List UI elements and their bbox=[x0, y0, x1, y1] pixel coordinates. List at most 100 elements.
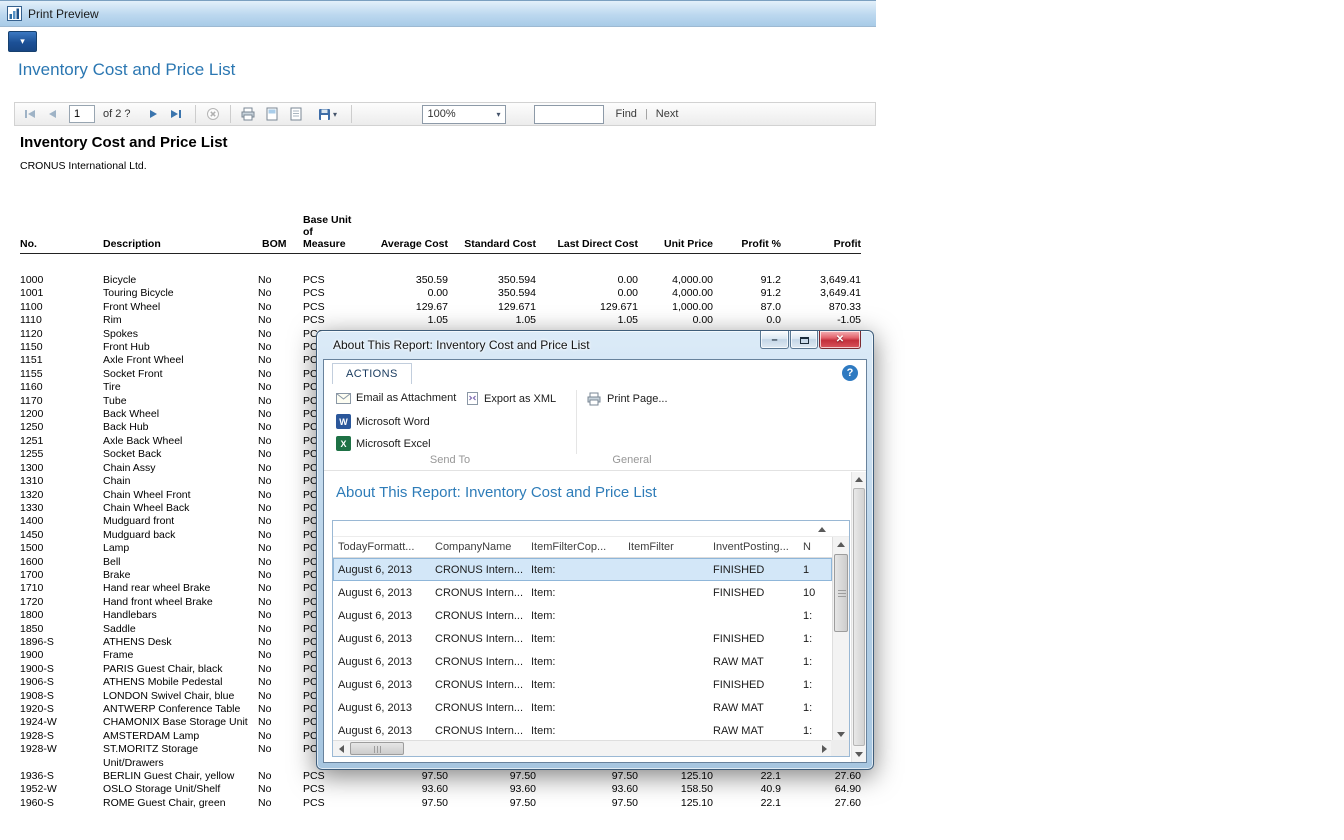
dialog-vertical-scrollbar[interactable] bbox=[851, 472, 866, 762]
grid-column-header[interactable]: TodayFormatt... bbox=[333, 541, 430, 553]
report-cell: 27.60 bbox=[781, 797, 861, 808]
dialog-page-heading: About This Report: Inventory Cost and Pr… bbox=[336, 484, 866, 501]
grid-cell: 1: bbox=[798, 725, 832, 737]
next-page-button[interactable] bbox=[145, 105, 163, 123]
grid-column-header[interactable]: ItemFilterCop... bbox=[526, 541, 623, 553]
print-button[interactable] bbox=[239, 105, 257, 123]
grid-column-header[interactable]: ItemFilter bbox=[623, 541, 708, 553]
grid-row[interactable]: August 6, 2013CRONUS Intern...Item:FINIS… bbox=[333, 558, 832, 581]
report-cell: ANTWERP Conference Table bbox=[103, 703, 258, 716]
grid-cell: August 6, 2013 bbox=[333, 725, 430, 737]
chevron-right-icon bbox=[822, 745, 827, 753]
report-cell: 1710 bbox=[20, 582, 103, 595]
maximize-button[interactable] bbox=[790, 331, 818, 349]
scroll-down-button[interactable] bbox=[852, 747, 866, 762]
report-cell: No bbox=[258, 596, 303, 609]
zoom-select[interactable]: 100% ▾ bbox=[422, 105, 506, 124]
find-next-separator: | bbox=[645, 108, 648, 120]
scroll-up-button[interactable] bbox=[833, 537, 849, 552]
report-cell: 1001 bbox=[20, 287, 103, 300]
zoom-value: 100% bbox=[428, 108, 456, 120]
window-titlebar[interactable]: Print Preview bbox=[0, 0, 876, 27]
grid-row[interactable]: August 6, 2013CRONUS Intern...Item:RAW M… bbox=[333, 650, 832, 673]
minimize-button[interactable]: – bbox=[760, 331, 789, 349]
cancel-rendering-button[interactable] bbox=[204, 105, 222, 123]
report-column-headers: No. Description BOM Base Unit of Measure… bbox=[20, 205, 861, 254]
grid-column-header[interactable]: InventPosting... bbox=[708, 541, 798, 553]
report-cell: 1960-S bbox=[20, 797, 103, 808]
ribbon: Email as Attachment Export as XML Print … bbox=[324, 386, 866, 471]
report-cell: 1251 bbox=[20, 435, 103, 448]
horizontal-scroll-thumb[interactable] bbox=[350, 742, 404, 755]
report-cell: No bbox=[258, 730, 303, 743]
report-cell: 1900 bbox=[20, 649, 103, 662]
ribbon-tab-strip: ACTIONS ? bbox=[324, 360, 866, 386]
column-header: Profit bbox=[781, 238, 861, 250]
minimize-icon: – bbox=[771, 334, 777, 346]
first-page-button[interactable] bbox=[21, 105, 39, 123]
print-layout-button[interactable] bbox=[263, 105, 281, 123]
report-cell: 1320 bbox=[20, 489, 103, 502]
help-button[interactable]: ? bbox=[842, 365, 858, 381]
grid-row[interactable]: August 6, 2013CRONUS Intern...Item:FINIS… bbox=[333, 627, 832, 650]
grid-row[interactable]: August 6, 2013CRONUS Intern...Item:1: bbox=[333, 604, 832, 627]
report-cell: 1936-S bbox=[20, 770, 103, 783]
report-cell: No bbox=[258, 448, 303, 461]
vertical-scroll-thumb[interactable] bbox=[834, 554, 848, 632]
grid-cell: August 6, 2013 bbox=[333, 679, 430, 691]
last-page-button[interactable] bbox=[167, 105, 185, 123]
report-cell: No bbox=[258, 703, 303, 716]
email-as-attachment-button[interactable]: Email as Attachment bbox=[336, 392, 456, 404]
find-next-link[interactable]: Next bbox=[656, 108, 679, 120]
find-text-input[interactable] bbox=[534, 105, 604, 124]
grid-cell: 10 bbox=[798, 587, 832, 599]
grid-cell: Item: bbox=[526, 725, 623, 737]
previous-page-button[interactable] bbox=[43, 105, 61, 123]
microsoft-word-button[interactable]: W Microsoft Word bbox=[336, 414, 430, 429]
report-cell: No bbox=[258, 649, 303, 662]
grid-row[interactable]: August 6, 2013CRONUS Intern...Item:RAW M… bbox=[333, 719, 832, 742]
tab-actions[interactable]: ACTIONS bbox=[332, 363, 412, 384]
report-cell: Brake bbox=[103, 569, 258, 582]
export-as-xml-button[interactable]: Export as XML bbox=[466, 392, 556, 405]
close-button[interactable]: ✕ bbox=[819, 331, 861, 349]
export-button[interactable]: ▾ bbox=[313, 105, 343, 123]
report-cell: No bbox=[258, 408, 303, 421]
scroll-right-button[interactable] bbox=[816, 741, 832, 756]
grid-row[interactable]: August 6, 2013CRONUS Intern...Item:RAW M… bbox=[333, 696, 832, 719]
report-cell: 1952-W bbox=[20, 783, 103, 796]
report-cell: 1600 bbox=[20, 556, 103, 569]
report-cell: No bbox=[258, 462, 303, 475]
report-cell: Mudguard back bbox=[103, 529, 258, 542]
report-cell: 4,000.00 bbox=[638, 274, 713, 287]
print-page-button[interactable]: Print Page... bbox=[586, 392, 668, 406]
grid-cell: FINISHED bbox=[708, 679, 798, 691]
grid-row[interactable]: August 6, 2013CRONUS Intern...Item:FINIS… bbox=[333, 673, 832, 696]
page-number-input[interactable] bbox=[69, 105, 95, 123]
ribbon-group-general: General bbox=[576, 454, 688, 466]
report-cell: AMSTERDAM Lamp bbox=[103, 730, 258, 743]
grid-horizontal-scrollbar[interactable] bbox=[333, 740, 832, 756]
page-setup-button[interactable] bbox=[287, 105, 305, 123]
find-link[interactable]: Find bbox=[616, 108, 637, 120]
collapse-button[interactable] bbox=[815, 524, 829, 534]
scroll-left-button[interactable] bbox=[333, 741, 349, 756]
microsoft-excel-button[interactable]: X Microsoft Excel bbox=[336, 436, 431, 451]
chevron-down-icon bbox=[837, 732, 845, 737]
report-cell: ATHENS Desk bbox=[103, 636, 258, 649]
grid-column-header[interactable]: CompanyName bbox=[430, 541, 526, 553]
scroll-up-button[interactable] bbox=[852, 472, 866, 487]
report-cell: 0.00 bbox=[536, 274, 638, 287]
application-menu-button[interactable]: ▾ bbox=[8, 31, 37, 52]
grid-cell: FINISHED bbox=[708, 587, 798, 599]
grid-vertical-scrollbar[interactable] bbox=[832, 537, 849, 742]
grid-column-header[interactable]: N bbox=[798, 541, 832, 553]
grid-row[interactable]: August 6, 2013CRONUS Intern...Item:FINIS… bbox=[333, 581, 832, 604]
grid-cell: Item: bbox=[526, 587, 623, 599]
report-cell: 129.671 bbox=[448, 301, 536, 314]
report-cell: 0.0 bbox=[713, 314, 781, 327]
column-header: No. bbox=[20, 238, 103, 250]
report-cell: 1250 bbox=[20, 421, 103, 434]
vertical-scroll-thumb[interactable] bbox=[853, 488, 865, 746]
report-cell: Socket Front bbox=[103, 368, 258, 381]
